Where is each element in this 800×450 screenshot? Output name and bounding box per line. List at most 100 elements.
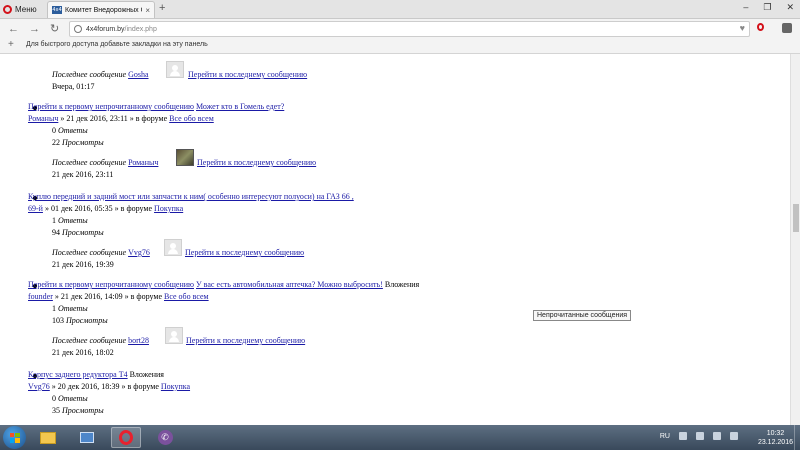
start-button[interactable] (3, 426, 26, 449)
show-desktop-button[interactable] (794, 425, 800, 450)
goto-unread-link[interactable]: Перейти к первому непрочитанному сообщен… (28, 102, 194, 111)
forum-topic-list: Последнее сообщение Gosha Перейти к посл… (0, 54, 790, 424)
topic-meta-line: founder » 21 дек 2016, 14:09 » в форуме … (28, 292, 209, 301)
last-post-time: Вчера, 01:17 (52, 82, 95, 91)
system-tray: RU (660, 432, 738, 440)
opera-logo-icon (3, 4, 12, 14)
taskbar-explorer[interactable] (33, 427, 63, 448)
tab-close-icon[interactable]: × (145, 6, 150, 15)
topic-title-line: Корпус заднего редуктора Т4 Вложения (28, 370, 164, 380)
opera-adblock-icon[interactable] (757, 23, 764, 31)
computer-icon (80, 432, 94, 443)
avatar (166, 61, 184, 78)
goto-last-post-link[interactable]: Перейти к последнему сообщению (186, 336, 305, 346)
topic-forum-link[interactable]: Все обо всем (169, 114, 214, 123)
maximize-icon[interactable]: ❐ (763, 2, 771, 13)
goto-last-post-link[interactable]: Перейти к последнему сообщению (188, 70, 307, 80)
scrollbar-thumb[interactable] (793, 204, 799, 232)
topic-title-link[interactable]: Корпус заднего редуктора Т4 (28, 370, 128, 379)
cut-off-line (52, 56, 54, 66)
topic-replies: 1 Ответы (52, 216, 88, 225)
last-post-line: Последнее сообщение Gosha (52, 70, 149, 79)
goto-last-post-link[interactable]: Перейти к последнему сообщению (197, 158, 316, 168)
page-scrollbar[interactable] (790, 54, 800, 425)
windows-logo-icon (9, 432, 20, 443)
last-post-user-link[interactable]: Gosha (128, 70, 148, 79)
clock-time: 10:32 (766, 430, 785, 437)
avatar (165, 327, 183, 344)
topic-replies: 1 Ответы (52, 304, 88, 313)
menu-label: Меню (15, 4, 37, 14)
viber-icon: ✆ (157, 430, 173, 445)
tooltip: Непрочитанные сообщения (533, 310, 632, 321)
browser-tab[interactable]: 4x4 Комитет Внедорожных Сп × (47, 1, 155, 18)
last-post-time: 21 дек 2016, 18:02 (52, 348, 114, 357)
window-controls: – ❐ ✕ (743, 2, 794, 13)
goto-unread-link[interactable]: Перейти к первому непрочитанному сообщен… (28, 280, 194, 289)
topic-title-link-cont[interactable]: 69-й (28, 204, 43, 213)
last-post-user-link[interactable]: Романыч (128, 158, 158, 167)
topic-meta-line: Vvg76 » 20 дек 2016, 18:39 » в форуме По… (28, 382, 191, 391)
new-tab-icon[interactable]: + (159, 3, 165, 14)
taskbar-opera[interactable] (111, 427, 141, 448)
tab-title: Комитет Внедорожных Сп (65, 6, 143, 14)
topic-replies: 0 Ответы (52, 126, 88, 135)
network-icon[interactable] (713, 432, 721, 440)
tab-favicon-icon: 4x4 (52, 6, 62, 14)
url-input[interactable]: 4x4forum.by/index.php (69, 21, 750, 37)
tray-icon[interactable] (679, 432, 687, 440)
topic-forum-link[interactable]: Покупка (161, 382, 190, 391)
last-post-line: Последнее сообщение Романыч (52, 158, 159, 167)
volume-icon[interactable] (730, 432, 738, 440)
last-post-line: Последнее сообщение bort28 (52, 336, 149, 345)
topic-title-link[interactable]: У вас есть автомобильная аптечка? Можно … (196, 280, 383, 289)
back-icon[interactable]: ← (8, 22, 19, 36)
avatar (164, 239, 182, 256)
topic-author-link[interactable]: Романыч (28, 114, 58, 123)
bookmarks-bar: + Для быстрого доступа добавьте закладки… (0, 39, 800, 54)
reload-icon[interactable]: ↻ (50, 22, 59, 36)
topic-title-link[interactable]: Может кто в Гомель едет? (196, 102, 284, 111)
topic-forum-link[interactable]: Все обо всем (164, 292, 209, 301)
add-bookmark-icon[interactable]: + (8, 39, 14, 50)
url-text: 4x4forum.by/index.php (86, 25, 157, 33)
topic-title-line: Перейти к первому непрочитанному сообщен… (28, 102, 284, 112)
folder-icon (40, 431, 56, 444)
attachments-label: Вложения (129, 370, 164, 379)
topic-meta-line: 69-й » 01 дек 2016, 05:35 » в форуме Пок… (28, 204, 184, 213)
clock-date: 23.12.2016 (757, 439, 793, 446)
address-bar-actions: ♥ (740, 23, 764, 33)
site-info-icon[interactable] (74, 25, 82, 33)
last-post-user-link[interactable]: Vvg76 (128, 248, 150, 257)
forward-icon[interactable]: → (29, 22, 40, 36)
windows-taskbar: ✆ RU 10:32 23.12.2016 (0, 425, 800, 450)
topic-views: 103 Просмотры (52, 316, 108, 325)
last-post-time: 21 дек 2016, 23:11 (52, 170, 114, 179)
address-bar-row: ← → ↻ ▦ 4x4forum.by/index.php ♥ (0, 19, 800, 39)
goto-last-post-link[interactable]: Перейти к последнему сообщению (185, 248, 304, 258)
bookmarks-hint: Для быстрого доступа добавьте закладки н… (26, 41, 208, 48)
browser-title-bar: Меню 4x4 Комитет Внедорожных Сп × + – ❐ … (0, 0, 800, 19)
minimize-icon[interactable]: – (743, 2, 748, 13)
last-post-user-link[interactable]: bort28 (128, 336, 149, 345)
topic-author-link[interactable]: Vvg76 (28, 382, 50, 391)
opera-menu-button[interactable]: Меню (3, 2, 37, 16)
opera-icon (119, 430, 133, 445)
bookmark-heart-icon[interactable]: ♥ (740, 23, 745, 33)
extension-icon[interactable] (782, 23, 792, 33)
close-window-icon[interactable]: ✕ (786, 2, 794, 13)
avatar (176, 149, 194, 166)
clock[interactable]: 10:32 23.12.2016 (758, 429, 793, 447)
topic-replies: 0 Ответы (52, 394, 88, 403)
topic-meta-line: Романыч » 21 дек 2016, 23:11 » в форуме … (28, 114, 214, 123)
topic-title-link[interactable]: Куплю передний и задний мост или запчаст… (28, 192, 354, 202)
topic-views: 94 Просмотры (52, 228, 104, 237)
topic-author-link[interactable]: founder (28, 292, 53, 301)
topic-forum-link[interactable]: Покупка (154, 204, 183, 213)
attachments-label: Вложения (384, 280, 420, 289)
taskbar-computer[interactable] (72, 427, 102, 448)
last-post-line: Последнее сообщение Vvg76 (52, 248, 150, 257)
tray-icon[interactable] (696, 432, 704, 440)
taskbar-viber[interactable]: ✆ (150, 427, 180, 448)
language-indicator[interactable]: RU (660, 433, 670, 440)
